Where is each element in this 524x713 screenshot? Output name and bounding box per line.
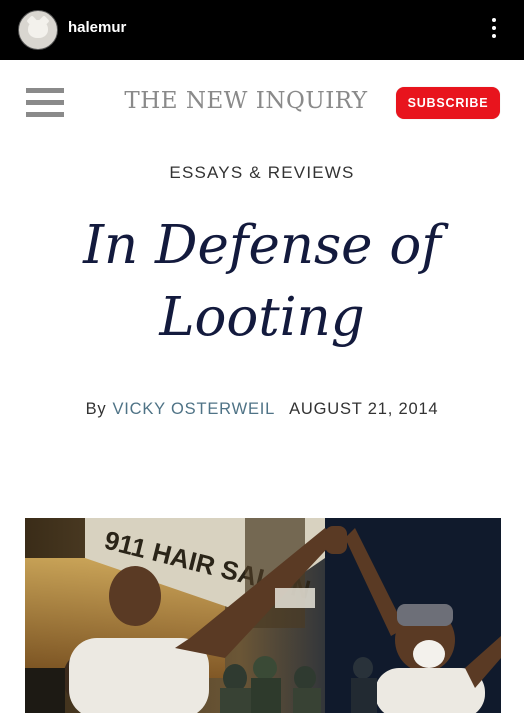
headline-line-1: In Defense of (83, 215, 441, 276)
headline-line-2: Looting (159, 287, 365, 348)
avatar-face (28, 20, 48, 38)
avatar[interactable] (18, 10, 58, 50)
instagram-top-bar: halemur (0, 0, 524, 60)
hamburger-menu-icon[interactable] (26, 88, 64, 118)
publish-date: AUGUST 21, 2014 (289, 400, 439, 418)
hero-image: 911 HAIR SALON (25, 518, 501, 713)
hero-illustration: 911 HAIR SALON (25, 518, 501, 713)
site-header: THE NEW INQUIRY SUBSCRIBE (0, 60, 524, 150)
article-headline: In Defense of Looting (40, 210, 484, 354)
username[interactable]: halemur (68, 19, 126, 36)
section-label[interactable]: ESSAYS & REVIEWS (0, 163, 524, 183)
author-link[interactable]: VICKY OSTERWEIL (112, 400, 275, 418)
more-vertical-icon[interactable] (488, 16, 500, 42)
subscribe-button[interactable]: SUBSCRIBE (396, 87, 500, 119)
site-title[interactable]: THE NEW INQUIRY (100, 88, 392, 114)
byline-prefix: By (85, 400, 107, 418)
byline: By VICKY OSTERWEIL AUGUST 21, 2014 (0, 400, 524, 419)
